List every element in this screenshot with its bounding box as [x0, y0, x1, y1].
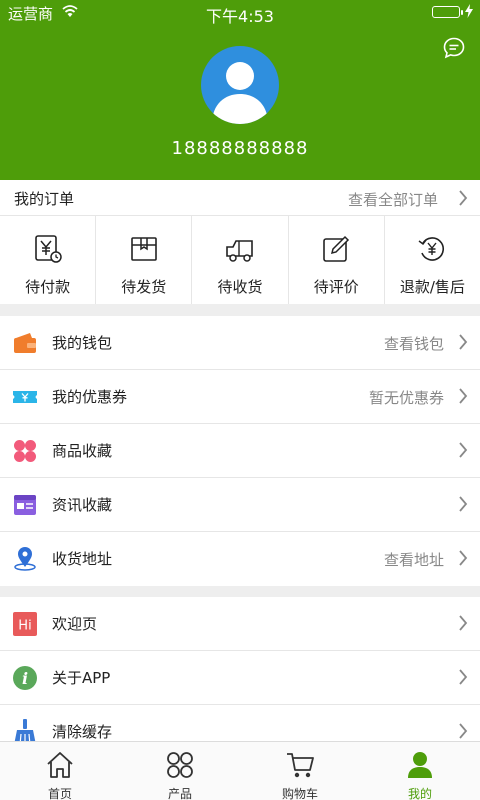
welcome-icon: Hi — [12, 611, 38, 637]
user-phone: 18888888888 — [171, 138, 309, 159]
user-silhouette-icon — [212, 62, 268, 124]
order-refund[interactable]: 退款/售后 — [385, 216, 480, 304]
battery-icon — [432, 6, 460, 18]
home-icon — [45, 750, 75, 784]
pending-receipt-icon — [224, 234, 256, 268]
order-item-label: 待付款 — [25, 278, 71, 296]
chevron-right-icon — [458, 442, 468, 462]
menu-group-app: Hi 欢迎页 i 关于APP 清除缓存 — [0, 597, 480, 759]
menu-item-favorite-goods[interactable]: 商品收藏 — [0, 424, 480, 478]
menu-group-account: 我的钱包 查看钱包 我的优惠券 暂无优惠券 商品收藏 资讯收藏 收货地址 查看地… — [0, 316, 480, 586]
tab-label: 产品 — [167, 787, 192, 800]
order-item-label: 退款/售后 — [399, 278, 465, 296]
menu-item-label: 关于APP — [52, 669, 111, 687]
tab-profile[interactable]: 我的 — [360, 742, 480, 800]
orders-title: 我的订单 — [14, 190, 75, 208]
charging-icon — [465, 4, 473, 22]
battery-tip — [461, 10, 463, 15]
profile-header: 18888888888 — [0, 24, 480, 180]
order-status-row: 待付款 待发货 待收货 待评价 退款/售后 — [0, 216, 480, 304]
order-item-label: 待评价 — [313, 278, 359, 296]
orders-header[interactable]: 我的订单 查看全部订单 — [0, 180, 480, 216]
chevron-right-icon — [458, 550, 468, 570]
menu-item-label: 商品收藏 — [52, 442, 113, 460]
pending-shipment-icon — [129, 234, 159, 268]
tab-label: 购物车 — [281, 787, 318, 800]
location-icon — [12, 546, 38, 572]
message-icon[interactable] — [442, 36, 466, 64]
menu-item-label: 我的优惠券 — [52, 388, 128, 406]
chevron-right-icon — [458, 334, 468, 354]
view-all-orders-link[interactable]: 查看全部订单 — [348, 189, 438, 210]
info-icon: i — [12, 665, 38, 691]
avatar[interactable] — [201, 46, 279, 124]
chevron-right-icon — [458, 669, 468, 689]
menu-item-label: 欢迎页 — [52, 615, 98, 633]
svg-text:i: i — [22, 669, 28, 688]
order-pending-receipt[interactable]: 待收货 — [192, 216, 289, 304]
order-pending-review[interactable]: 待评价 — [289, 216, 385, 304]
menu-item-extra: 查看地址 — [383, 551, 444, 569]
menu-item-extra: 查看钱包 — [383, 335, 444, 353]
chevron-right-icon — [458, 496, 468, 516]
chevron-right-icon — [458, 388, 468, 408]
menu-item-label: 收货地址 — [52, 550, 113, 568]
tab-cart[interactable]: 购物车 — [240, 742, 360, 800]
news-favorite-icon — [12, 492, 38, 518]
order-item-label: 待发货 — [121, 278, 167, 296]
svg-text:Hi: Hi — [18, 619, 31, 634]
tab-home[interactable]: 首页 — [0, 742, 120, 800]
tab-label: 首页 — [47, 787, 72, 800]
products-icon — [165, 750, 195, 784]
order-pending-payment[interactable]: 待付款 — [0, 216, 97, 304]
menu-item-address[interactable]: 收货地址 查看地址 — [0, 532, 480, 586]
menu-item-news-favorites[interactable]: 资讯收藏 — [0, 478, 480, 532]
menu-item-label: 我的钱包 — [52, 334, 113, 352]
menu-item-coupons[interactable]: 我的优惠券 暂无优惠券 — [0, 370, 480, 424]
pending-payment-icon — [33, 234, 63, 268]
pending-review-icon — [321, 234, 351, 268]
menu-item-wallet[interactable]: 我的钱包 查看钱包 — [0, 316, 480, 370]
coupon-icon — [12, 384, 38, 410]
menu-item-welcome[interactable]: Hi 欢迎页 — [0, 597, 480, 651]
order-pending-shipment[interactable]: 待发货 — [96, 216, 193, 304]
chevron-right-icon — [458, 723, 468, 743]
chevron-right-icon — [458, 190, 468, 210]
profile-icon — [405, 750, 435, 784]
refund-icon — [417, 234, 447, 268]
menu-item-extra: 暂无优惠券 — [368, 389, 444, 407]
menu-item-label: 清除缓存 — [52, 723, 113, 741]
menu-item-about[interactable]: i 关于APP — [0, 651, 480, 705]
order-item-label: 待收货 — [217, 278, 263, 296]
status-bar: 运营商 下午4:53 — [0, 0, 480, 26]
tab-label: 我的 — [407, 787, 432, 800]
wallet-icon — [12, 330, 38, 356]
favorite-goods-icon — [12, 438, 38, 464]
chevron-right-icon — [458, 615, 468, 635]
cart-icon — [285, 750, 315, 784]
bottom-tab-bar: 首页 产品 购物车 我的 — [0, 741, 480, 800]
menu-item-label: 资讯收藏 — [52, 496, 113, 514]
tab-products[interactable]: 产品 — [120, 742, 240, 800]
